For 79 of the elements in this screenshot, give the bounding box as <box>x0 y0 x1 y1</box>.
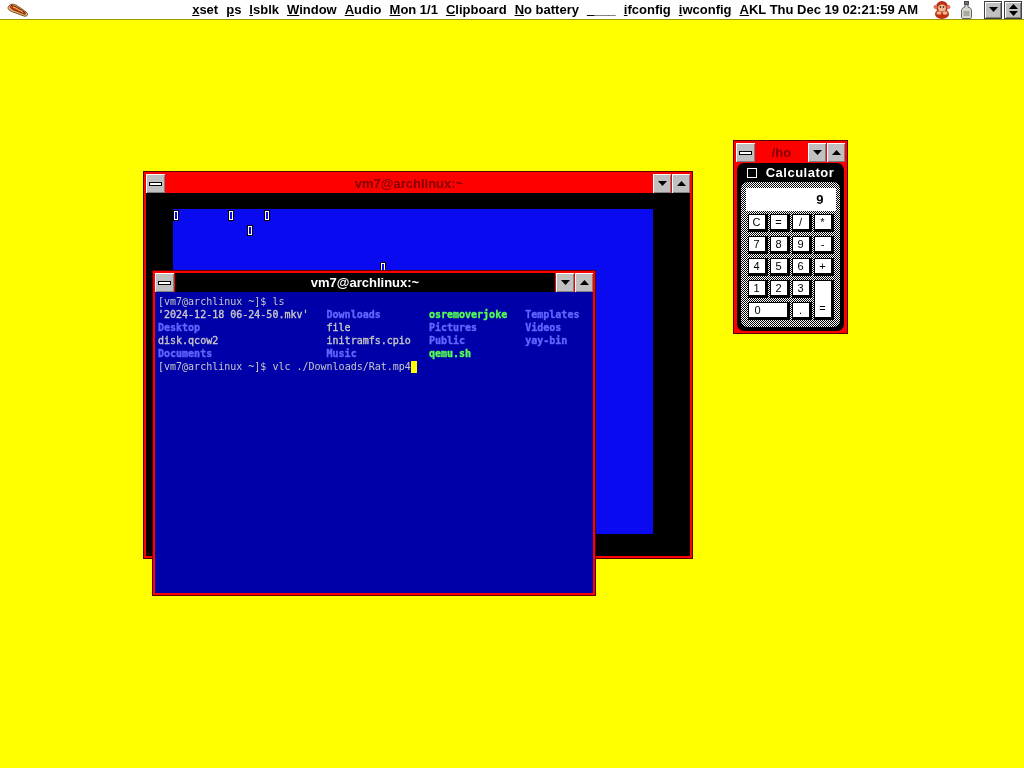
menu-item[interactable]: Clipboard <box>445 1 507 18</box>
small-glyph-icon <box>247 225 253 236</box>
calculator-key[interactable]: = <box>813 280 834 320</box>
window-menu-button[interactable] <box>155 273 174 292</box>
directory-name: Templates <box>525 308 581 321</box>
file-name: file <box>326 321 352 334</box>
triangle-down-icon <box>657 181 667 186</box>
maximize-button[interactable] <box>672 174 690 193</box>
scroll-up-down-button[interactable] <box>1004 0 1022 19</box>
directory-name: Documents <box>158 347 214 360</box>
calculator-key[interactable]: 3 <box>791 280 812 298</box>
file-name: initramfs.cpio <box>326 334 412 347</box>
calculator-key[interactable]: 0 <box>747 302 790 320</box>
directory-name: Public <box>428 334 467 347</box>
menu-item[interactable]: No battery <box>514 1 579 18</box>
command-text: vlc ./Downloads/Rat.mp4 <box>272 360 411 373</box>
monkey-icon[interactable] <box>932 0 952 19</box>
menu-item[interactable]: AKL Thu Dec 19 02:21:59 AM <box>739 1 918 18</box>
up-down-arrows-icon <box>1008 3 1018 16</box>
calculator-key[interactable]: 5 <box>769 258 790 276</box>
calculator-key[interactable]: * <box>813 214 834 232</box>
calculator-key[interactable]: 2 <box>769 280 790 298</box>
calculator-key[interactable]: 4 <box>747 258 768 276</box>
calculator-key[interactable]: / <box>791 214 812 232</box>
bottle-icon[interactable] <box>961 0 972 19</box>
menu-item[interactable]: lsblk <box>249 1 279 18</box>
triangle-down-icon <box>988 7 998 12</box>
directory-name: Music <box>326 347 358 360</box>
app-title: Calculator <box>765 165 835 180</box>
command-text: ls <box>272 295 285 308</box>
square-icon[interactable] <box>746 167 757 178</box>
triangle-up-icon <box>831 150 841 155</box>
calculator-key[interactable]: 1 <box>747 280 768 298</box>
minus-bar-icon <box>158 280 171 285</box>
menu-item[interactable]: Mon 1/1 <box>389 1 438 18</box>
menu-item[interactable]: xset <box>192 1 219 18</box>
triangle-up-icon <box>676 181 686 186</box>
triangle-down-icon <box>812 150 822 155</box>
file-name: disk.qcow2 <box>158 334 220 347</box>
menu-item[interactable]: ps <box>226 1 242 18</box>
calculator-key[interactable]: - <box>813 236 834 254</box>
triangle-down-icon <box>560 280 570 285</box>
window-title: vm7@archlinux:~ <box>175 273 555 292</box>
directory-name: Videos <box>525 321 563 334</box>
display-field: 9 <box>745 188 836 211</box>
minimize-button[interactable] <box>808 143 826 162</box>
menu-item[interactable]: Window <box>287 1 337 18</box>
prompt-text: [vm7@archlinux ~]$ <box>158 295 267 308</box>
calculator-key[interactable]: 9 <box>791 236 812 254</box>
minimize-button[interactable] <box>556 273 574 292</box>
executable-name: qemu.sh <box>428 347 473 360</box>
executable-name: osremoverjoke <box>428 308 509 321</box>
calculator-key[interactable]: 7 <box>747 236 768 254</box>
directory-name: Desktop <box>158 321 202 334</box>
maximize-button[interactable] <box>575 273 593 292</box>
scroll-down-button[interactable] <box>984 0 1002 19</box>
calculator-key[interactable]: = <box>769 214 790 232</box>
menu-item[interactable]: ifconfig <box>623 1 671 18</box>
file-name: '2024-12-18 06-24-50.mkv' <box>158 308 310 321</box>
calculator-key[interactable]: 8 <box>769 236 790 254</box>
maximize-button[interactable] <box>827 143 845 162</box>
minimize-button[interactable] <box>653 174 671 193</box>
calculator-key[interactable]: + <box>813 258 834 276</box>
minus-bar-icon <box>149 181 162 186</box>
directory-name: Downloads <box>326 308 382 321</box>
window-menu-button[interactable] <box>146 174 165 193</box>
triangle-up-icon <box>579 280 589 285</box>
calculator-key[interactable]: . <box>791 302 812 320</box>
menu-item[interactable]: Audio <box>344 1 382 18</box>
calculator-key[interactable]: C <box>747 214 768 232</box>
menu-item[interactable]: iwconfig <box>678 1 732 18</box>
window-menu-button[interactable] <box>736 143 755 162</box>
directory-name: Pictures <box>428 321 479 334</box>
calculator-key[interactable]: 6 <box>791 258 812 276</box>
menu-item[interactable]: ____ <box>586 1 616 18</box>
hot-dog-icon[interactable] <box>7 2 29 17</box>
minus-bar-icon <box>739 150 752 155</box>
directory-name: yay-bin <box>525 334 569 347</box>
prompt-text: [vm7@archlinux ~]$ <box>158 360 267 373</box>
